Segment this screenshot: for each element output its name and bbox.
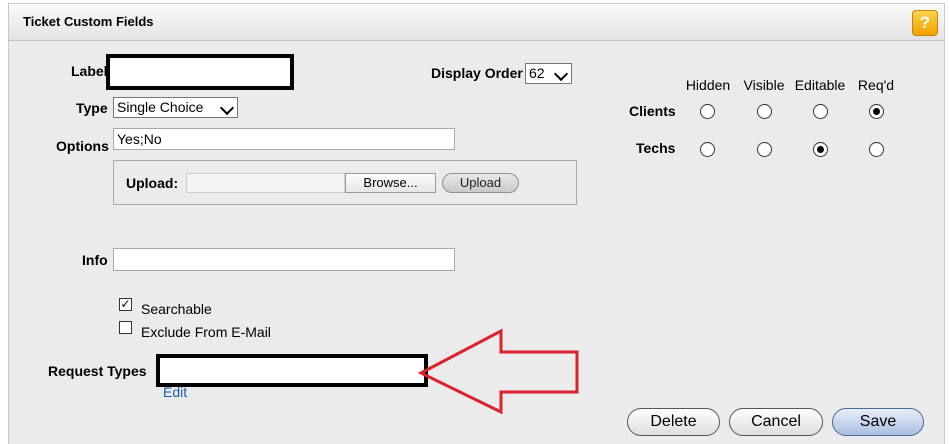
- title-bar: Ticket Custom Fields ?: [9, 4, 944, 41]
- request-types-label: Request Types: [48, 363, 147, 379]
- upload-section: Upload: Browse... Upload: [113, 160, 577, 205]
- check-icon: ✓: [120, 297, 131, 311]
- request-types-value-redacted: [156, 354, 428, 387]
- techs-editable-radio[interactable]: [813, 142, 828, 157]
- clients-row-label: Clients: [629, 103, 676, 119]
- techs-row-label: Techs: [636, 140, 676, 156]
- clients-hidden-radio[interactable]: [700, 104, 715, 119]
- options-label: Options: [56, 138, 109, 154]
- label-field-label: Label: [71, 63, 108, 79]
- help-icon[interactable]: ?: [912, 10, 938, 36]
- custom-fields-panel: Ticket Custom Fields ? Label Display Ord…: [8, 3, 945, 444]
- display-order-label: Display Order: [431, 65, 523, 81]
- browse-button[interactable]: Browse...: [345, 173, 436, 193]
- save-button[interactable]: Save: [832, 408, 924, 436]
- label-input-redacted[interactable]: [106, 54, 294, 90]
- clients-visible-radio[interactable]: [757, 104, 772, 119]
- searchable-label: Searchable: [141, 301, 212, 317]
- exclude-email-label: Exclude From E-Mail: [141, 324, 271, 340]
- panel-title: Ticket Custom Fields: [23, 14, 154, 29]
- techs-visible-radio[interactable]: [757, 142, 772, 157]
- type-label: Type: [76, 100, 108, 116]
- info-input[interactable]: [113, 248, 455, 271]
- type-value: Single Choice: [117, 99, 204, 115]
- exclude-email-checkbox[interactable]: [119, 321, 132, 334]
- display-order-select[interactable]: 62: [525, 63, 572, 84]
- edit-request-types-link[interactable]: Edit: [163, 384, 187, 400]
- options-input[interactable]: Yes;No: [113, 128, 455, 150]
- info-label: Info: [82, 252, 108, 268]
- chevron-down-icon: [553, 66, 569, 82]
- techs-reqd-radio[interactable]: [869, 142, 884, 157]
- file-path-field[interactable]: [186, 173, 345, 193]
- clients-editable-radio[interactable]: [813, 104, 828, 119]
- display-order-value: 62: [529, 65, 545, 81]
- techs-hidden-radio[interactable]: [700, 142, 715, 157]
- type-select[interactable]: Single Choice: [113, 97, 238, 118]
- delete-button[interactable]: Delete: [627, 408, 720, 436]
- upload-label: Upload:: [126, 175, 179, 191]
- searchable-checkbox[interactable]: ✓: [119, 298, 132, 311]
- annotation-arrow: [417, 328, 579, 414]
- upload-button[interactable]: Upload: [442, 173, 519, 193]
- cancel-button[interactable]: Cancel: [729, 408, 823, 436]
- clients-reqd-radio[interactable]: [869, 104, 884, 119]
- chevron-down-icon: [219, 100, 235, 116]
- col-header-reqd: Req'd: [857, 77, 895, 93]
